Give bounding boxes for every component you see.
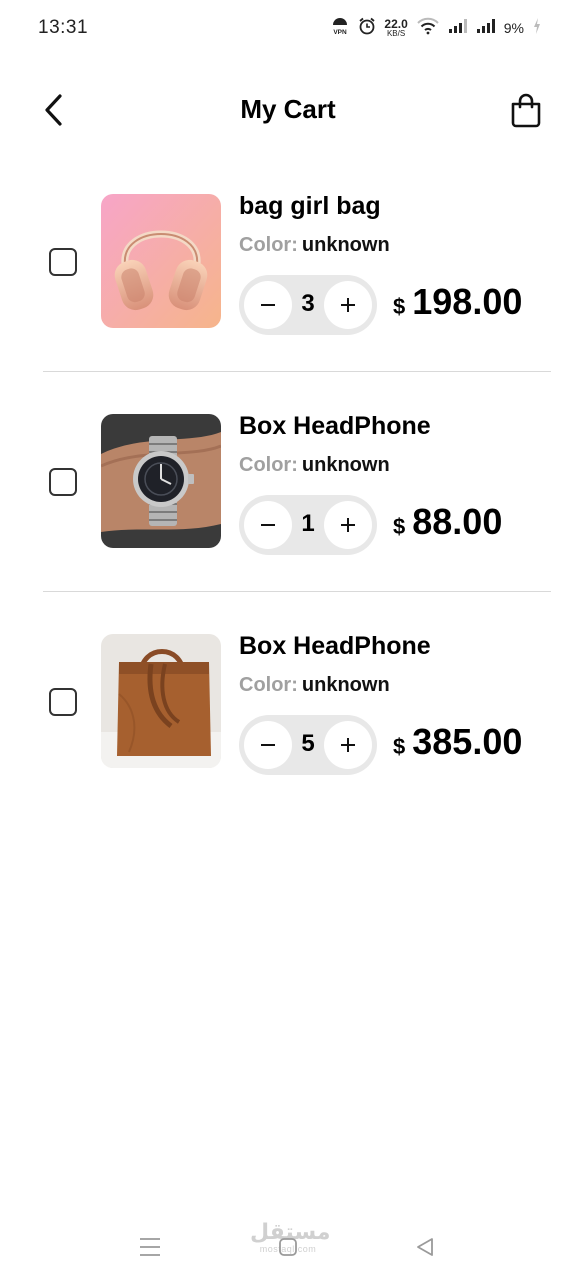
quantity-value: 1 [301, 510, 315, 537]
color-label: Color: [239, 234, 298, 256]
item-color: Color: unknown [239, 674, 390, 697]
item-price: $385.00 [393, 721, 522, 763]
charging-icon [532, 17, 542, 40]
item-checkbox[interactable] [49, 248, 77, 276]
svg-text:VPN: VPN [334, 29, 348, 36]
quantity-stepper: 3 [239, 275, 377, 335]
status-time: 13:31 [38, 17, 89, 38]
decrease-quantity-button[interactable] [244, 281, 292, 329]
signal-icon [448, 18, 468, 39]
price-amount: 88.00 [412, 501, 503, 542]
home-icon [279, 1238, 297, 1256]
plus-icon [341, 518, 355, 532]
quantity-value: 5 [301, 730, 315, 757]
page-title: My Cart [240, 94, 336, 124]
currency-symbol: $ [393, 294, 406, 319]
status-icons: VPN 22.0 KB/S 9% [330, 16, 542, 40]
price-amount: 385.00 [412, 721, 523, 762]
quantity-stepper: 5 [239, 715, 377, 775]
price-amount: 198.00 [412, 281, 523, 322]
plus-icon [341, 738, 355, 752]
headphones-image [101, 194, 221, 328]
decrease-quantity-button[interactable] [244, 721, 292, 769]
back-icon [417, 1238, 433, 1256]
battery-percent: 9% [503, 20, 524, 36]
net-speed: 22.0 KB/S [384, 18, 407, 38]
vpn-icon: VPN [330, 16, 350, 41]
leather-bag-image [101, 634, 221, 768]
cart-bag-button[interactable] [506, 90, 546, 130]
divider [43, 591, 551, 592]
decrease-quantity-button[interactable] [244, 501, 292, 549]
color-value: unknown [301, 674, 390, 696]
cart-list: bag girl bag Color: unknown 3 $198.00 Bo… [0, 180, 576, 840]
item-name: Box HeadPhone [239, 632, 431, 660]
cart-item: Box HeadPhone Color: unknown 5 $385.00 [0, 620, 576, 840]
status-bar: 13:31 VPN 22.0 KB/S 9% [0, 0, 576, 56]
cart-item: Box HeadPhone Color: unknown 1 $88.00 [0, 400, 576, 620]
recent-apps-button[interactable] [133, 1230, 167, 1264]
increase-quantity-button[interactable] [324, 501, 372, 549]
color-label: Color: [239, 674, 298, 696]
color-label: Color: [239, 454, 298, 476]
wristwatch-image [101, 414, 221, 548]
quantity-stepper: 1 [239, 495, 377, 555]
home-button[interactable] [271, 1230, 305, 1264]
minus-icon [261, 304, 275, 306]
item-price: $88.00 [393, 501, 502, 543]
item-color: Color: unknown [239, 234, 390, 257]
increase-quantity-button[interactable] [324, 281, 372, 329]
currency-symbol: $ [393, 514, 406, 539]
signal-icon [476, 18, 496, 39]
header: My Cart [0, 80, 576, 140]
increase-quantity-button[interactable] [324, 721, 372, 769]
currency-symbol: $ [393, 734, 406, 759]
system-nav-bar: مستقل mostaql.com [0, 1210, 576, 1280]
plus-icon [341, 298, 355, 312]
minus-icon [261, 744, 275, 746]
item-color: Color: unknown [239, 454, 390, 477]
divider [43, 371, 551, 372]
net-speed-unit: KB/S [386, 29, 406, 38]
item-checkbox[interactable] [49, 688, 77, 716]
color-value: unknown [301, 234, 390, 256]
menu-icon [140, 1238, 160, 1256]
system-back-button[interactable] [408, 1230, 442, 1264]
item-name: bag girl bag [239, 192, 381, 220]
item-checkbox[interactable] [49, 468, 77, 496]
wifi-icon [416, 17, 440, 40]
alarm-icon [358, 17, 376, 40]
item-name: Box HeadPhone [239, 412, 431, 440]
quantity-value: 3 [301, 290, 315, 317]
cart-item: bag girl bag Color: unknown 3 $198.00 [0, 180, 576, 400]
item-price: $198.00 [393, 281, 522, 323]
minus-icon [261, 524, 275, 526]
shopping-bag-icon [511, 93, 541, 128]
color-value: unknown [301, 454, 390, 476]
